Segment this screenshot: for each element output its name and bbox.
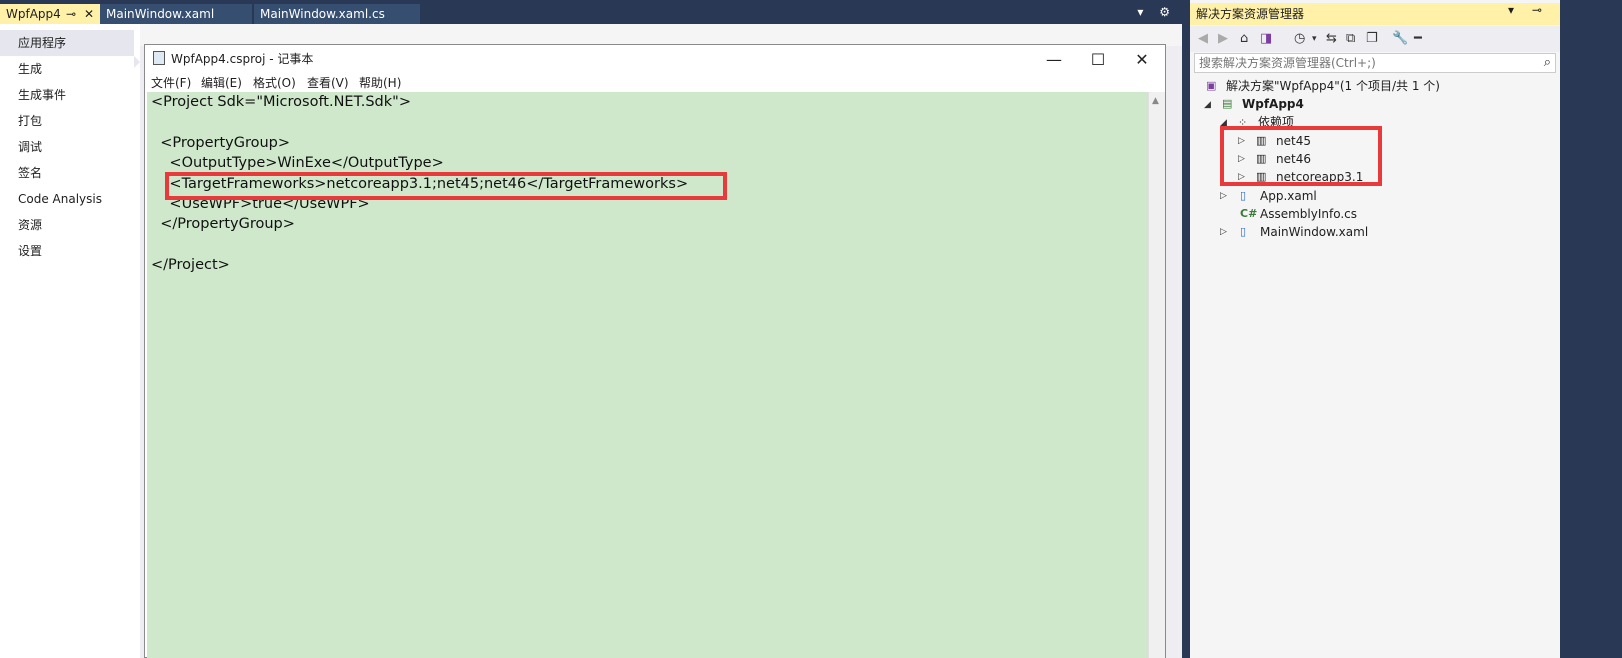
forward-icon[interactable]: ▶ (1218, 31, 1228, 46)
highlight-box-frameworks (1220, 126, 1382, 186)
xaml-file-icon: ▯ (1240, 189, 1247, 202)
close-icon[interactable]: ✕ (84, 4, 94, 24)
code-line-7: </PropertyGroup> (151, 216, 295, 232)
tree-item-mainwindow-xaml[interactable]: MainWindow.xaml (1260, 223, 1368, 241)
code-line-1: <Project Sdk="Microsoft.NET.Sdk"> (151, 94, 411, 110)
code-line-3: <PropertyGroup> (151, 135, 291, 151)
tab-label: MainWindow.xaml.cs (260, 7, 385, 21)
maximize-button[interactable]: ☐ (1077, 48, 1119, 72)
nav-item-resources[interactable]: 资源 (0, 212, 140, 238)
solution-explorer: 解决方案资源管理器 ▾ ⊸ ✕ ◀ ▶ ⌂ ◨ ◷ ▾ ⇆ ⧉ ❐ 🔧 ━ ⌕ … (1190, 0, 1622, 658)
nav-item-debug[interactable]: 调试 (0, 134, 140, 160)
solution-explorer-toolbar: ◀ ▶ ⌂ ◨ ◷ ▾ ⇆ ⧉ ❐ 🔧 ━ (1190, 26, 1560, 52)
nav-item-package[interactable]: 打包 (0, 108, 140, 134)
tree-item-solution[interactable]: 解决方案"WpfApp4"(1 个项目/共 1 个) (1226, 77, 1440, 95)
collapse-all-icon[interactable]: ⧉ (1346, 31, 1355, 46)
tab-mainwindow-xaml-cs[interactable]: MainWindow.xaml.cs (254, 4, 420, 24)
solution-explorer-search[interactable]: ⌕ (1194, 53, 1556, 73)
switch-views-icon[interactable]: ◨ (1260, 31, 1272, 46)
right-edge-panel (1560, 0, 1622, 658)
collapsed-arrow-icon[interactable]: ▷ (1220, 227, 1227, 237)
notepad-icon (153, 51, 165, 65)
home-icon[interactable]: ⌂ (1240, 31, 1248, 46)
expanded-arrow-icon[interactable]: ◢ (1204, 100, 1211, 110)
pending-changes-icon[interactable]: ◷ (1294, 31, 1305, 46)
search-input[interactable] (1195, 54, 1523, 72)
tree-item-project[interactable]: WpfApp4 (1242, 95, 1304, 113)
highlight-box-target-frameworks (165, 172, 727, 200)
properties-page-background (140, 24, 1182, 46)
solution-icon: ▣ (1206, 79, 1217, 92)
menu-bar: 文件(F) 编辑(E) 格式(O) 查看(V) 帮助(H) (145, 73, 1165, 91)
pin-icon[interactable]: ⊸ (66, 4, 76, 24)
search-icon[interactable]: ⌕ (1544, 55, 1551, 70)
csharp-project-icon: ▤ (1222, 97, 1233, 110)
nav-item-build-events[interactable]: 生成事件 (0, 82, 140, 108)
tab-label: MainWindow.xaml (106, 7, 215, 21)
properties-wrench-icon[interactable]: 🔧 (1392, 31, 1408, 46)
csharp-file-icon: C# (1240, 207, 1258, 220)
menu-edit[interactable]: 编辑(E) (201, 74, 242, 91)
nav-item-application[interactable]: 应用程序 (0, 30, 134, 56)
show-all-files-icon[interactable]: ❐ (1366, 31, 1378, 46)
tab-wpfapp4[interactable]: WpfApp4 ⊸ ✕ (0, 4, 100, 24)
menu-file[interactable]: 文件(F) (151, 74, 191, 91)
scroll-up-arrow-icon[interactable]: ▲ (1152, 96, 1159, 106)
tree-item-app-xaml[interactable]: App.xaml (1260, 187, 1317, 205)
xaml-file-icon: ▯ (1240, 225, 1247, 238)
nav-item-settings[interactable]: 设置 (0, 238, 140, 264)
tab-mainwindow-xaml[interactable]: MainWindow.xaml (100, 4, 252, 24)
close-button[interactable]: ✕ (1121, 48, 1163, 72)
code-line-9: </Project> (151, 257, 230, 273)
dropdown-arrow-icon[interactable]: ▾ (1312, 34, 1317, 44)
menu-format[interactable]: 格式(O) (253, 74, 296, 91)
back-icon[interactable]: ◀ (1198, 31, 1208, 46)
notepad-window: WpfApp4.csproj - 记事本 — ☐ ✕ 文件(F) 编辑(E) 格… (144, 44, 1166, 658)
sync-icon[interactable]: ⇆ (1326, 31, 1337, 46)
vertical-scrollbar[interactable]: ▲ (1148, 92, 1165, 658)
solution-explorer-title: 解决方案资源管理器 (1190, 3, 1560, 25)
solution-tree: ▣ 解决方案"WpfApp4"(1 个项目/共 1 个) ◢ ▤ WpfApp4… (1190, 76, 1622, 658)
preview-icon[interactable]: ━ (1414, 31, 1422, 46)
nav-item-signing[interactable]: 签名 (0, 160, 140, 186)
menu-view[interactable]: 查看(V) (307, 74, 349, 91)
text-editor[interactable]: <Project Sdk="Microsoft.NET.Sdk"> <Prope… (147, 92, 1149, 658)
nav-item-code-analysis[interactable]: Code Analysis (0, 186, 140, 212)
notepad-title: WpfApp4.csproj - 记事本 (171, 52, 314, 66)
minimize-button[interactable]: — (1033, 48, 1075, 72)
tab-label: WpfApp4 (6, 7, 61, 21)
code-line-4: <OutputType>WinExe</OutputType> (151, 155, 444, 171)
tab-overflow-controls[interactable]: ▾ ⚙ (1137, 5, 1176, 19)
panel-divider[interactable] (1182, 0, 1190, 658)
project-properties-nav: 应用程序 生成 生成事件 打包 调试 签名 Code Analysis 资源 设… (0, 24, 140, 658)
document-tab-bar: WpfApp4 ⊸ ✕ MainWindow.xaml MainWindow.x… (0, 0, 1182, 24)
nav-item-build[interactable]: 生成 (0, 56, 140, 82)
menu-help[interactable]: 帮助(H) (359, 74, 401, 91)
collapsed-arrow-icon[interactable]: ▷ (1220, 191, 1227, 201)
tree-item-assemblyinfo[interactable]: AssemblyInfo.cs (1260, 205, 1357, 223)
